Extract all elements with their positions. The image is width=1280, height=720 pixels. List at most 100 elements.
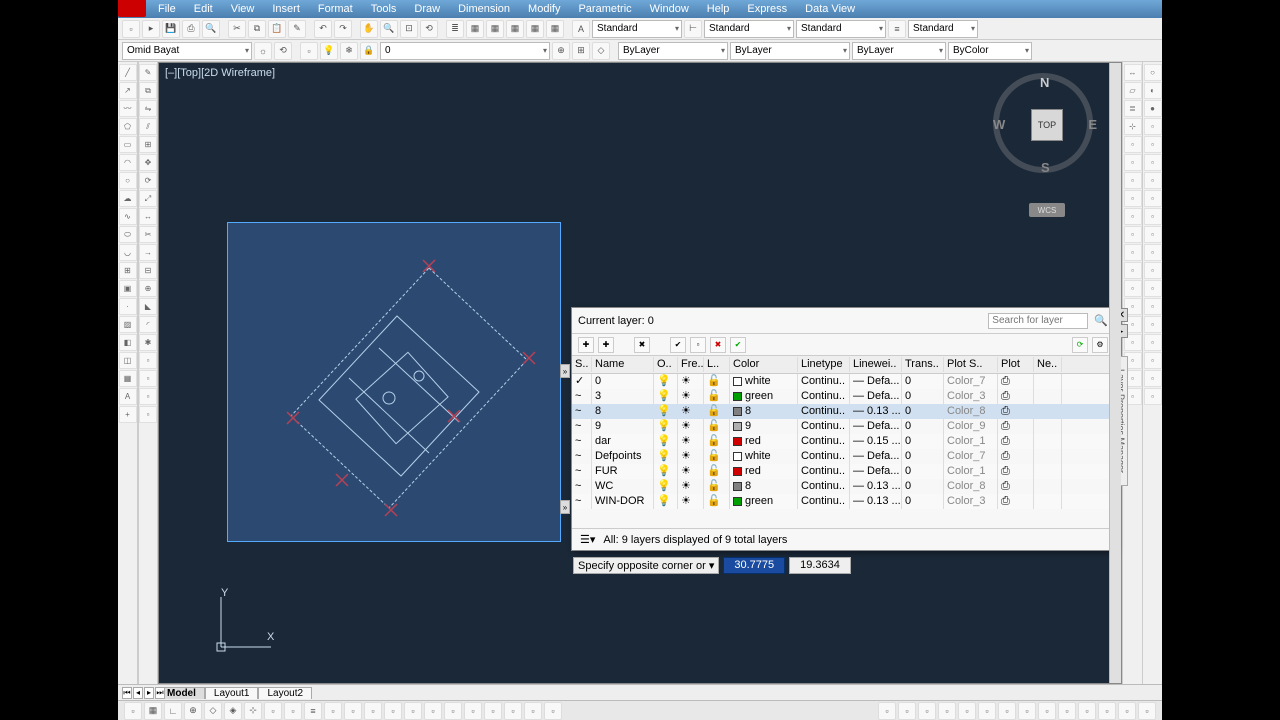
refresh-icon[interactable]: ⟳	[1072, 337, 1088, 353]
status-a-icon[interactable]: ▫	[898, 702, 916, 720]
layer-prev-icon[interactable]: ⟲	[274, 42, 292, 60]
copy-icon[interactable]: ⧉	[248, 20, 266, 38]
new-layer-vp-icon[interactable]: ✚	[598, 337, 614, 353]
status-c-icon[interactable]: ▫	[938, 702, 956, 720]
rect-icon[interactable]: ▭	[119, 136, 137, 153]
lineweight-dd[interactable]: ByLayer	[852, 42, 946, 60]
menu-format[interactable]: Format	[318, 3, 353, 15]
rtool6-icon[interactable]: ▫	[1124, 154, 1142, 171]
xline-icon[interactable]: ↗	[119, 82, 137, 99]
ducs-icon[interactable]: ▫	[264, 702, 282, 720]
st2-icon[interactable]: ▫	[424, 702, 442, 720]
dyn-icon[interactable]: ▫	[284, 702, 302, 720]
table-icon[interactable]: ▦	[119, 370, 137, 387]
dim-style-icon[interactable]: ⊢	[684, 20, 702, 38]
zoom-rt-icon[interactable]: 🔍	[380, 20, 398, 38]
compass-w[interactable]: W	[993, 117, 1005, 132]
tab-layout2[interactable]: Layout2	[258, 687, 312, 699]
move-icon[interactable]: ✥	[139, 154, 157, 171]
menu-file[interactable]: File	[158, 3, 176, 15]
layer-iso-icon[interactable]: ◇	[592, 42, 610, 60]
tab-model[interactable]: Model	[158, 687, 205, 699]
search-icon[interactable]: 🔍	[1094, 314, 1108, 327]
apply-icon[interactable]: ✔	[730, 337, 746, 353]
st4-icon[interactable]: ▫	[464, 702, 482, 720]
area-icon[interactable]: ▱	[1124, 82, 1142, 99]
new-layer-icon[interactable]: ✚	[578, 337, 594, 353]
status-e-icon[interactable]: ▫	[978, 702, 996, 720]
id-icon[interactable]: ⊹	[1124, 118, 1142, 135]
tab-layout1[interactable]: Layout1	[205, 687, 259, 699]
explode-icon[interactable]: ✱	[139, 334, 157, 351]
rtool11-icon[interactable]: ▫	[1124, 244, 1142, 261]
status-i-icon[interactable]: ▫	[1058, 702, 1076, 720]
addsel-icon[interactable]: +	[119, 406, 137, 423]
table-row[interactable]: ~Defpoints💡☀🔓whiteContinu..— Defa...0Col…	[572, 449, 1114, 464]
status-l-icon[interactable]: ▫	[1118, 702, 1136, 720]
tab-last-icon[interactable]: ⏭	[155, 687, 165, 699]
layer-match-icon[interactable]: ⊞	[572, 42, 590, 60]
copy2-icon[interactable]: ⧉	[139, 82, 157, 99]
scrollbar-vertical[interactable]	[1109, 63, 1121, 683]
rtool8-icon[interactable]: ▫	[1124, 190, 1142, 207]
table-row[interactable]: ~3💡☀🔓greenContinu..— Defa...0Color_3⎙	[572, 389, 1114, 404]
region-icon[interactable]: ◫	[119, 352, 137, 369]
insert-icon[interactable]: ⊞	[119, 262, 137, 279]
tpy-icon[interactable]: ▫	[324, 702, 342, 720]
wcs-button[interactable]: WCS	[1029, 203, 1065, 217]
plotstyle-dd[interactable]: ByColor	[948, 42, 1032, 60]
table-row[interactable]: ~dar💡☀🔓redContinu..— 0.15 ...0Color_1⎙	[572, 434, 1114, 449]
table-row[interactable]: ~WC💡☀🔓8Continu..— 0.13 ...0Color_8⎙	[572, 479, 1114, 494]
compass-n[interactable]: N	[1040, 75, 1049, 90]
viewport-label[interactable]: [–][Top][2D Wireframe]	[165, 67, 275, 79]
table-row[interactable]: ~8💡☀🔓8Continu..— 0.13 ...0Color_8⎙	[572, 404, 1114, 419]
menu-tools[interactable]: Tools	[371, 3, 397, 15]
pan-icon[interactable]: ✋	[360, 20, 378, 38]
tab-prev-icon[interactable]: ◂	[133, 687, 143, 699]
linetype-dd[interactable]: ByLayer	[730, 42, 850, 60]
menu-view[interactable]: View	[231, 3, 255, 15]
zoom-win-icon[interactable]: ⊡	[400, 20, 418, 38]
match-icon[interactable]: ✎	[288, 20, 306, 38]
plot-icon[interactable]: ⎙	[182, 20, 200, 38]
snap-icon[interactable]: ▫	[124, 702, 142, 720]
rtool5-icon[interactable]: ▫	[1124, 136, 1142, 153]
tool-a-icon[interactable]: ▫	[139, 352, 157, 369]
list-icon[interactable]: ≣	[1124, 100, 1142, 117]
rtool10-icon[interactable]: ▫	[1124, 226, 1142, 243]
layer-control-dd[interactable]: Omid Bayat	[122, 42, 252, 60]
status-d-icon[interactable]: ▫	[958, 702, 976, 720]
fillet-icon[interactable]: ◜	[139, 316, 157, 333]
rbtool10-icon[interactable]: ▫	[1144, 226, 1162, 243]
layer-make-icon[interactable]: ⊕	[552, 42, 570, 60]
filter-toggle-icon[interactable]: ☰▾	[580, 533, 595, 546]
collapse-tree-icon[interactable]: »	[560, 364, 570, 378]
rbtool19-icon[interactable]: ▫	[1144, 388, 1162, 405]
rbtool18-icon[interactable]: ▫	[1144, 370, 1162, 387]
rtool9-icon[interactable]: ▫	[1124, 208, 1142, 225]
tab-next-icon[interactable]: ▸	[144, 687, 154, 699]
coord-y-input[interactable]: 19.3634	[789, 557, 851, 574]
revcloud-icon[interactable]: ☁	[119, 190, 137, 207]
array-icon[interactable]: ⊞	[139, 136, 157, 153]
dim-style-dd[interactable]: Standard	[704, 20, 794, 38]
break-icon[interactable]: ⊟	[139, 262, 157, 279]
ml-style-dd[interactable]: Standard	[908, 20, 978, 38]
zoom-prev-icon[interactable]: ⟲	[420, 20, 438, 38]
status-j-icon[interactable]: ▫	[1078, 702, 1096, 720]
menu-window[interactable]: Window	[650, 3, 689, 15]
sc-icon[interactable]: ▫	[364, 702, 382, 720]
dist-icon[interactable]: ↔	[1124, 64, 1142, 81]
layer-state-icon[interactable]: ▫	[300, 42, 318, 60]
rbtool4-icon[interactable]: ▫	[1144, 118, 1162, 135]
st5-icon[interactable]: ▫	[484, 702, 502, 720]
mark-icon[interactable]: ▦	[526, 20, 544, 38]
rtool13-icon[interactable]: ▫	[1124, 280, 1142, 297]
text-style-icon[interactable]: A	[572, 20, 590, 38]
extend-icon[interactable]: →	[139, 244, 157, 261]
ssm-icon[interactable]: ▦	[506, 20, 524, 38]
app-logo[interactable]	[118, 0, 146, 17]
layer-props-icon[interactable]: ☼	[254, 42, 272, 60]
point-icon[interactable]: ·	[119, 298, 137, 315]
menu-draw[interactable]: Draw	[414, 3, 440, 15]
